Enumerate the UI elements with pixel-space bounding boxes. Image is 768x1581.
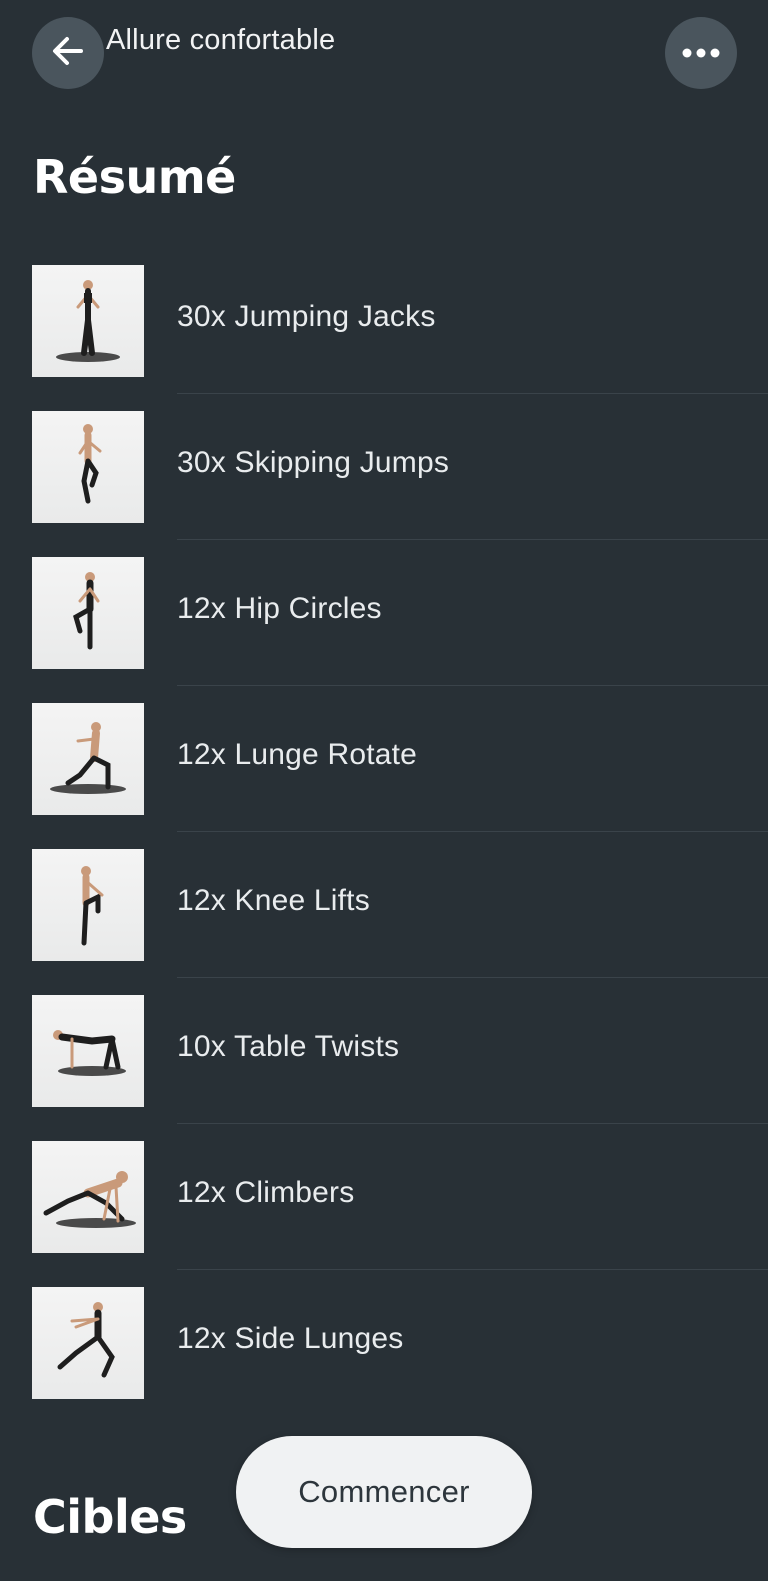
divider bbox=[177, 685, 768, 686]
exercise-thumbnail bbox=[32, 995, 144, 1107]
arrow-left-icon bbox=[49, 32, 87, 74]
more-horizontal-icon bbox=[681, 44, 721, 63]
divider bbox=[177, 831, 768, 832]
exercise-item[interactable]: 10x Table Twists bbox=[0, 994, 768, 1140]
exercise-thumbnail bbox=[32, 1141, 144, 1253]
exercise-item[interactable]: 12x Climbers bbox=[0, 1140, 768, 1286]
workout-screen: Allure confortable Résumé 30x Jumping Ja… bbox=[0, 0, 768, 1581]
exercise-item[interactable]: 30x Skipping Jumps bbox=[0, 410, 768, 556]
divider bbox=[177, 1123, 768, 1124]
exercise-item[interactable]: 30x Jumping Jacks bbox=[0, 264, 768, 410]
more-options-button[interactable] bbox=[665, 17, 737, 89]
divider bbox=[177, 393, 768, 394]
exercise-item[interactable]: 12x Knee Lifts bbox=[0, 848, 768, 994]
exercise-label: 12x Hip Circles bbox=[177, 592, 382, 625]
exercise-item[interactable]: 12x Side Lunges bbox=[0, 1286, 768, 1432]
exercise-label: 10x Table Twists bbox=[177, 1030, 400, 1063]
exercise-thumbnail bbox=[32, 703, 144, 815]
summary-title: Résumé bbox=[33, 150, 236, 204]
exercise-thumbnail bbox=[32, 411, 144, 523]
targets-title: Cibles bbox=[33, 1490, 187, 1544]
exercise-item[interactable]: 12x Hip Circles bbox=[0, 556, 768, 702]
exercise-list: 30x Jumping Jacks 30x Skipping Jumps 12x H… bbox=[0, 264, 768, 1432]
nav-title: Allure confortable bbox=[106, 24, 336, 56]
exercise-thumbnail bbox=[32, 557, 144, 669]
divider bbox=[177, 539, 768, 540]
exercise-label: 30x Jumping Jacks bbox=[177, 300, 436, 333]
exercise-label: 12x Knee Lifts bbox=[177, 884, 370, 917]
exercise-label: 12x Side Lunges bbox=[177, 1322, 404, 1355]
divider bbox=[177, 1269, 768, 1270]
start-button[interactable]: Commencer bbox=[236, 1436, 532, 1548]
exercise-label: 30x Skipping Jumps bbox=[177, 446, 450, 479]
back-button[interactable] bbox=[32, 17, 104, 89]
exercise-thumbnail bbox=[32, 265, 144, 377]
exercise-item[interactable]: 12x Lunge Rotate bbox=[0, 702, 768, 848]
exercise-thumbnail bbox=[32, 1287, 144, 1399]
exercise-label: 12x Lunge Rotate bbox=[177, 738, 418, 771]
top-bar: Allure confortable bbox=[0, 0, 768, 110]
divider bbox=[177, 977, 768, 978]
exercise-label: 12x Climbers bbox=[177, 1176, 355, 1209]
exercise-thumbnail bbox=[32, 849, 144, 961]
